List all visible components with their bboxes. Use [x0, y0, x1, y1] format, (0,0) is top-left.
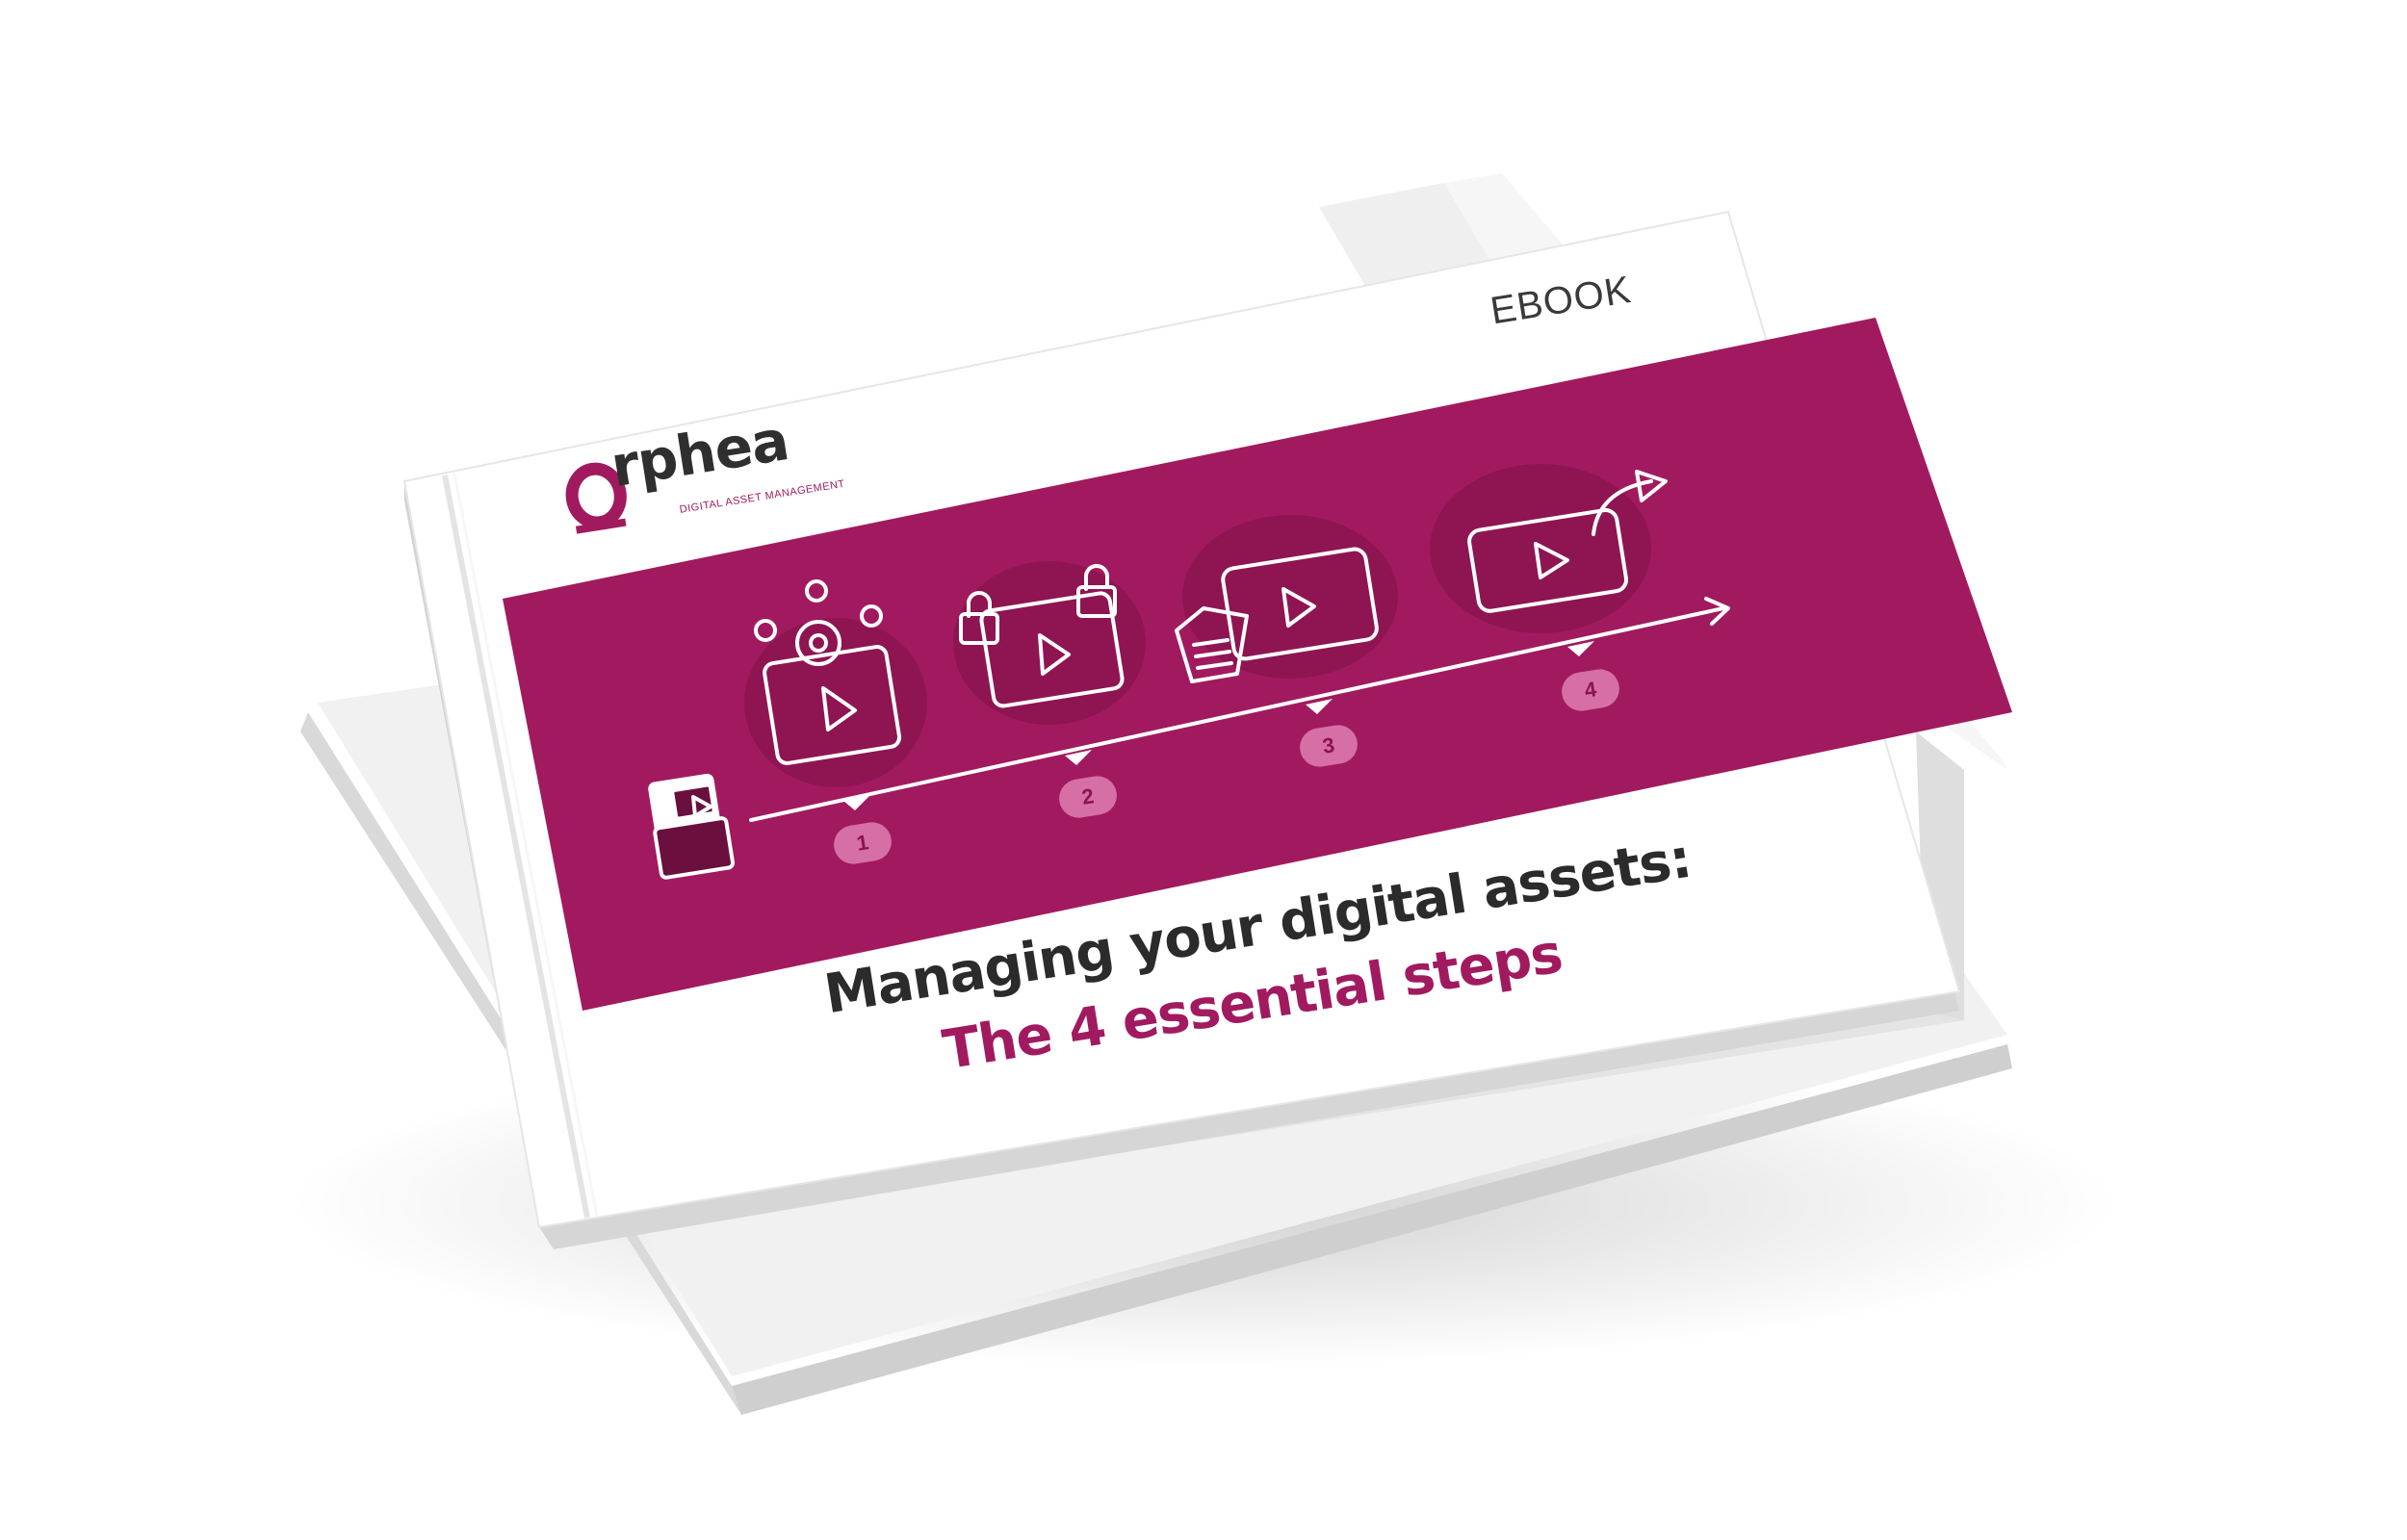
book-mockup-scene: 1 2 3 4 rphea DIGITAL ASSET MANAGEMENT E…	[0, 0, 2407, 1540]
brand-logo	[565, 462, 627, 534]
